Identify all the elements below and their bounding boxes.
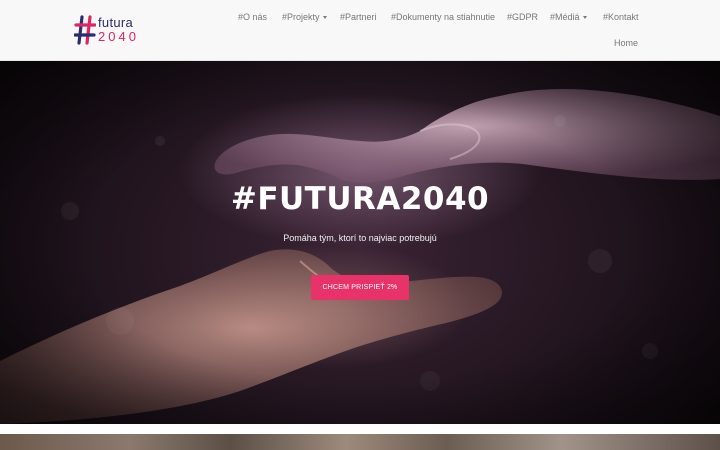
hero-section: #FUTURA2040 Pomáha tým, ktorí to najviac… xyxy=(0,61,720,424)
nav-item-gdpr[interactable]: #GDPR xyxy=(507,11,538,23)
hero-title: #FUTURA2040 xyxy=(230,181,490,217)
logo-number: 2040 xyxy=(98,29,139,44)
nav-item-label: #Partneri xyxy=(340,12,377,22)
hash-logo-icon xyxy=(74,15,96,45)
nav-item-label: #O nás xyxy=(238,12,268,22)
logo-wordmark: futura xyxy=(98,15,134,30)
navbar: futura 2040 #O nás #Projekty #Partneri #… xyxy=(0,0,720,61)
nav-item-label: #Dokumenty na stiahnutie xyxy=(391,12,496,22)
next-section-image xyxy=(0,434,720,450)
nav-item-dokumenty[interactable]: #Dokumenty na stiahnutie xyxy=(391,11,495,23)
nav-item-home[interactable]: Home xyxy=(614,37,638,49)
nav-item-o-nas[interactable]: #O nás xyxy=(238,11,267,23)
nav-item-label: #Projekty xyxy=(282,12,320,22)
nav-item-label: #GDPR xyxy=(507,12,539,22)
donate-2-percent-button[interactable]: CHCEM PRISPIEŤ 2% xyxy=(311,275,409,300)
nav-item-label: #Médiá xyxy=(550,12,580,22)
nav-item-partneri[interactable]: #Partneri xyxy=(340,11,377,23)
hero-subtitle: Pomáha tým, ktorí to najviac potrebujú xyxy=(283,233,437,243)
caret-down-icon xyxy=(582,16,587,20)
nav-item-media[interactable]: #Médiá xyxy=(550,11,587,23)
nav-item-projekty[interactable]: #Projekty xyxy=(282,11,327,23)
nav-item-kontakt[interactable]: #Kontakt xyxy=(603,11,639,23)
nav-item-label: #Kontakt xyxy=(603,12,639,22)
caret-down-icon xyxy=(322,16,327,20)
site-logo[interactable]: futura 2040 xyxy=(74,15,144,47)
